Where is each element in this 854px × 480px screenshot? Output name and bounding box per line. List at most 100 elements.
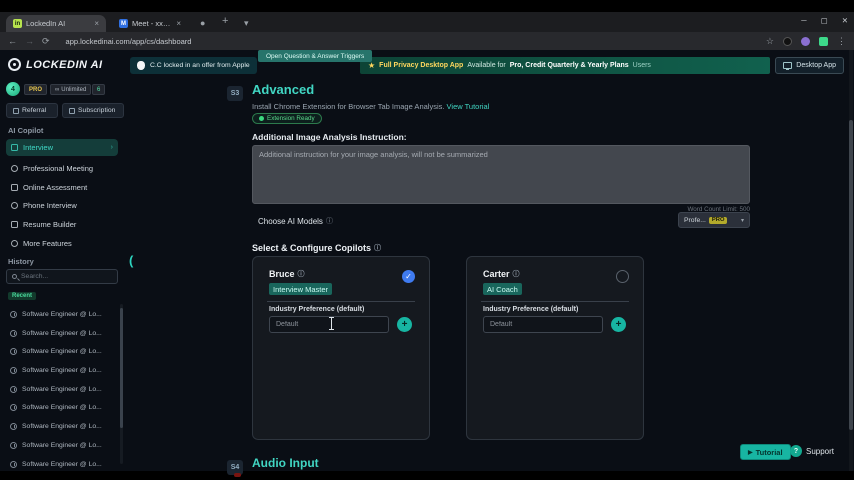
nav-label: More Features <box>23 239 72 248</box>
back-button[interactable]: ← <box>8 36 17 46</box>
tutorial-label: Tutorial <box>756 448 783 457</box>
reload-button[interactable]: ⟳ <box>42 36 50 47</box>
sidebar-item-phone-interview[interactable]: Phone Interview <box>6 198 118 213</box>
lockedin-favicon-icon: in <box>13 19 22 28</box>
history-item[interactable]: Software Engineer @ Lo... <box>10 327 114 340</box>
extension-icon[interactable] <box>783 37 792 46</box>
browser-profile-icon[interactable] <box>801 37 810 46</box>
copilot-selected-checkbox[interactable]: ✓ <box>402 270 415 283</box>
support-button[interactable]: ? Support <box>790 445 834 457</box>
model-dropdown[interactable]: Profe... PRO ▾ <box>678 212 750 228</box>
sidebar-scrollbar-thumb[interactable] <box>120 308 123 428</box>
credits-badge: 4 <box>6 82 20 96</box>
instruction-label: Additional Image Analysis Instruction: <box>252 132 407 142</box>
model-pro-badge: PRO <box>709 217 728 224</box>
qa-triggers-button[interactable]: Open Question & Answer Triggers <box>258 50 372 62</box>
subscription-button[interactable]: Subscription <box>62 103 124 118</box>
history-item-label: Software Engineer @ Lo... <box>22 386 102 393</box>
audio-input-title: Audio Input <box>252 456 319 470</box>
history-item[interactable]: Software Engineer @ Lo... <box>10 401 114 414</box>
clock-icon <box>10 311 17 318</box>
nav-label: Professional Meeting <box>23 164 93 173</box>
history-item[interactable]: Software Engineer @ Lo... <box>10 364 114 377</box>
sidebar-item-interview[interactable]: Interview › <box>6 139 118 156</box>
window-minimize-button[interactable]: ─ <box>801 16 806 25</box>
chevron-right-icon: › <box>111 144 113 151</box>
banner-plans: Pro, Credit Quarterly & Yearly Plans <box>510 62 629 69</box>
sidebar-scrollbar[interactable] <box>120 304 123 464</box>
history-search[interactable] <box>6 269 118 284</box>
industry-pref-label: Industry Preference (default) <box>483 306 578 313</box>
extension-status-label: Extension Ready <box>267 115 315 122</box>
recent-badge: Recent <box>8 292 36 300</box>
copilots-section-title: Select & Configure Copilots ⓘ <box>252 243 381 253</box>
clock-icon <box>10 386 17 393</box>
history-item[interactable]: Software Engineer @ Lo... <box>10 308 114 321</box>
more-features-icon <box>11 240 18 247</box>
info-icon[interactable]: ⓘ <box>326 216 333 226</box>
tab-close-icon[interactable]: × <box>176 19 181 28</box>
browser-menu-icon[interactable]: ⋮ <box>837 36 846 47</box>
tab-close-icon[interactable]: × <box>94 19 99 28</box>
instruction-textarea[interactable] <box>252 145 750 204</box>
add-preference-button[interactable]: + <box>611 317 626 332</box>
page-scrollbar-thumb[interactable] <box>849 120 853 430</box>
sidebar-item-online-assessment[interactable]: Online Assessment <box>6 180 118 195</box>
assessment-icon <box>11 184 18 191</box>
tab-lockedin[interactable]: in LockedIn AI × <box>6 15 106 32</box>
sidebar-collapse-handle[interactable]: ( <box>129 253 133 268</box>
history-item[interactable]: Software Engineer @ Lo... <box>10 383 114 396</box>
bookmark-star-icon[interactable]: ☆ <box>766 36 774 47</box>
new-tab-button[interactable]: + <box>222 16 228 26</box>
celebration-icon: ★ <box>368 61 375 70</box>
window-close-button[interactable]: ✕ <box>842 16 848 25</box>
tab-audio-icon: ● <box>200 18 205 28</box>
forward-button[interactable]: → <box>25 36 34 46</box>
sidebar-item-more-features[interactable]: More Features <box>6 236 118 251</box>
history-item-label: Software Engineer @ Lo... <box>22 423 102 430</box>
add-preference-button[interactable]: + <box>397 317 412 332</box>
window-maximize-button[interactable]: ▢ <box>821 16 828 25</box>
tutorial-button[interactable]: ▶ Tutorial <box>740 444 791 460</box>
info-icon[interactable]: ⓘ <box>374 243 381 253</box>
clock-icon <box>10 461 17 468</box>
history-item-label: Software Engineer @ Lo... <box>22 311 102 318</box>
url-field[interactable]: app.lockedinai.com/app/cs/dashboard <box>58 35 458 48</box>
referral-button[interactable]: Referral <box>6 103 58 118</box>
clock-icon <box>10 404 17 411</box>
logo-title: LOCKEDIN AI <box>26 59 103 71</box>
history-item[interactable]: Software Engineer @ Lo... <box>10 439 114 452</box>
history-search-input[interactable] <box>21 273 101 280</box>
view-tutorial-link[interactable]: View Tutorial <box>447 102 490 111</box>
app-logo: LOCKEDIN AI <box>8 58 103 71</box>
desktop-app-button[interactable]: Desktop App <box>775 57 844 74</box>
referral-icon <box>13 108 19 114</box>
history-title: History <box>8 257 34 266</box>
industry-pref-input[interactable] <box>483 316 603 333</box>
banner-highlight: Full Privacy Desktop App <box>379 62 463 69</box>
step3-badge: S3 <box>227 86 243 101</box>
support-label: Support <box>806 447 834 456</box>
tab-search-icon[interactable]: ▾ <box>244 18 249 28</box>
history-item-label: Software Engineer @ Lo... <box>22 348 102 355</box>
lockedin-logo-icon <box>8 58 21 71</box>
page-scrollbar[interactable] <box>849 50 853 471</box>
sidebar-item-resume-builder[interactable]: Resume Builder <box>6 217 118 232</box>
phone-icon <box>11 202 18 209</box>
copilot-unselected-radio[interactable] <box>616 270 629 283</box>
offer-toast: C.C locked in an offer from Apple <box>130 57 257 74</box>
browser-tabstrip: in LockedIn AI × M Meet - xxx-xxxx-xxx ×… <box>0 12 854 32</box>
info-icon[interactable]: ⓘ <box>513 269 520 279</box>
history-item[interactable]: Software Engineer @ Lo... <box>10 345 114 358</box>
history-item-label: Software Engineer @ Lo... <box>22 330 102 337</box>
history-item[interactable]: Software Engineer @ Lo... <box>10 458 114 471</box>
copilot-card-bruce[interactable]: Bruce ⓘ ✓ Interview Master Industry Pref… <box>252 256 430 440</box>
info-icon[interactable]: ⓘ <box>298 269 305 279</box>
tab-meet[interactable]: M Meet - xxx-xxxx-xxx × <box>112 15 188 32</box>
sidebar-item-professional-meeting[interactable]: Professional Meeting <box>6 161 118 176</box>
industry-pref-input[interactable] <box>269 316 389 333</box>
lockedin-extension-icon[interactable] <box>819 37 828 46</box>
extension-status-badge: Extension Ready <box>252 113 322 124</box>
history-item[interactable]: Software Engineer @ Lo... <box>10 420 114 433</box>
copilot-card-carter[interactable]: Carter ⓘ AI Coach Industry Preference (d… <box>466 256 644 440</box>
